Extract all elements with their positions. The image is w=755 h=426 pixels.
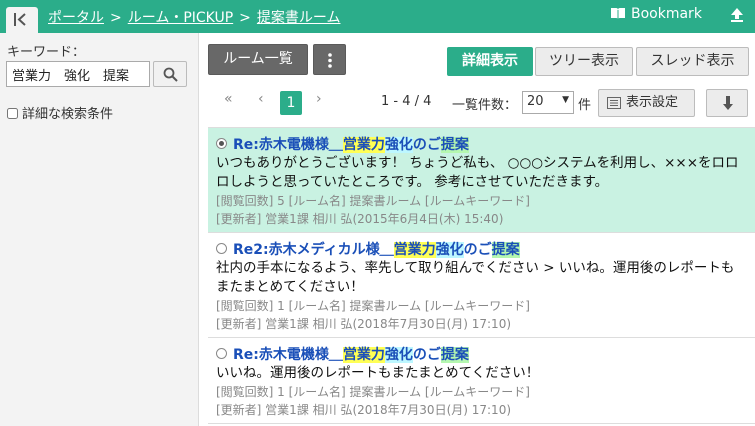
main-content: ルーム一覧 詳細表示 ツリー表示 スレッド表示 « ‹ 1 › 1 - 4 / …	[200, 33, 755, 426]
sidebar: キーワード： 詳細な検索条件	[0, 33, 199, 426]
prev-page-button[interactable]: ‹	[258, 91, 264, 107]
first-page-button[interactable]: «	[224, 91, 233, 107]
post-title-link[interactable]: Re:赤木電機様＿営業力強化のご提案	[233, 344, 469, 364]
tab-thread-view[interactable]: スレッド表示	[636, 47, 749, 76]
post-radio[interactable]	[216, 138, 227, 149]
top-header: ポータル > ルーム・PICKUP > 提案書ルーム Bookmark	[0, 0, 755, 33]
post-radio[interactable]	[216, 243, 227, 254]
bookmark-button[interactable]: Bookmark	[610, 6, 702, 22]
post-title-link[interactable]: Re2:赤木メディカル様＿営業力強化のご提案	[233, 239, 520, 259]
search-icon	[163, 67, 178, 82]
post-title-row: Re2:赤木メディカル様＿営業力強化のご提案	[216, 238, 747, 258]
post-item[interactable]: Re:赤木電機様＿営業力強化のご提案 いいね。運用後のレポートもまたまとめてくだ…	[208, 338, 755, 424]
post-meta-stats: [閲覧回数] 5 [ルーム名] 提案書ルーム [ルームキーワード]	[216, 194, 530, 208]
display-settings-label: 表示設定	[626, 95, 679, 110]
page-size-select[interactable]: 20 ▼	[522, 91, 574, 114]
keyword-highlight: 強化	[435, 242, 464, 258]
list-settings-icon	[607, 97, 621, 109]
keyword-label: キーワード：	[7, 45, 86, 60]
breadcrumb-proposal-room[interactable]: 提案書ルーム	[257, 10, 341, 26]
page-size-label: 一覧件数：	[452, 98, 518, 113]
post-meta-updater: [更新者] 営業1課 相川 弘(2018年7月30日(月) 17:10)	[216, 317, 512, 331]
arrow-down-icon	[723, 96, 733, 110]
current-page-button[interactable]: 1	[280, 91, 302, 115]
keyword-highlight: 提案	[440, 137, 469, 153]
breadcrumb-separator: >	[110, 10, 122, 26]
post-title-mid: のご	[463, 242, 492, 258]
post-meta-stats: [閲覧回数] 1 [ルーム名] 提案書ルーム [ルームキーワード]	[216, 299, 530, 313]
keyword-highlight: 提案	[440, 347, 469, 363]
more-menu-button[interactable]	[313, 44, 346, 75]
scroll-top-button[interactable]	[730, 6, 744, 26]
post-title-link[interactable]: Re:赤木電機様＿営業力強化のご提案	[233, 134, 469, 154]
bookmark-label: Bookmark	[631, 6, 702, 22]
post-title-prefix: Re:赤木電機様＿	[233, 137, 343, 153]
advanced-search-label: 詳細な検索条件	[22, 107, 114, 122]
tab-detail-view[interactable]: 詳細表示	[447, 47, 533, 76]
collapse-left-icon	[14, 13, 26, 26]
breadcrumb-portal[interactable]: ポータル	[48, 10, 104, 26]
post-title-prefix: Re2:赤木メディカル様＿	[233, 242, 394, 258]
post-title-row: Re:赤木電機様＿営業力強化のご提案	[216, 343, 747, 363]
next-page-button[interactable]: ›	[316, 91, 322, 107]
result-range: 1 - 4 / 4	[381, 94, 432, 109]
sidebar-collapse-button[interactable]	[6, 7, 38, 33]
breadcrumb-room-pickup[interactable]: ルーム・PICKUP	[128, 10, 233, 26]
tab-tree-view[interactable]: ツリー表示	[535, 47, 633, 76]
keyword-search-input[interactable]	[6, 61, 150, 87]
search-button[interactable]	[153, 61, 187, 87]
caret-down-icon: ▼	[562, 95, 569, 105]
post-title-prefix: Re:赤木電機様＿	[233, 347, 343, 363]
page-size-value: 20	[527, 94, 544, 109]
post-meta-updater: [更新者] 営業1課 相川 弘(2018年7月30日(月) 17:10)	[216, 403, 512, 417]
post-title-mid: のご	[412, 137, 441, 153]
advanced-search-checkbox[interactable]	[7, 108, 18, 119]
keyword-highlight: 提案	[491, 242, 520, 258]
room-list-button[interactable]: ルーム一覧	[208, 44, 308, 75]
post-list: Re:赤木電機様＿営業力強化のご提案 いつもありがとうございます！ ちょうど私も…	[208, 127, 755, 426]
post-title-mid: のご	[412, 347, 441, 363]
breadcrumb: ポータル > ルーム・PICKUP > 提案書ルーム	[48, 7, 340, 27]
breadcrumb-separator: >	[239, 10, 251, 26]
post-title-row: Re:赤木電機様＿営業力強化のご提案	[216, 133, 747, 153]
download-button[interactable]	[706, 89, 748, 117]
post-meta-stats: [閲覧回数] 1 [ルーム名] 提案書ルーム [ルームキーワード]	[216, 385, 530, 399]
display-settings-button[interactable]: 表示設定	[598, 89, 695, 117]
keyword-highlight: 営業力	[342, 347, 385, 363]
page-size-unit: 件	[578, 98, 592, 113]
post-body: いつもありがとうございます！ ちょうど私も、 ○○○システムを利用し、×××をロ…	[216, 155, 739, 190]
arrow-up-icon	[731, 8, 743, 22]
book-icon	[611, 8, 625, 20]
keyword-highlight: 営業力	[393, 242, 436, 258]
vertical-dots-icon	[328, 53, 332, 68]
post-meta-updater: [更新者] 営業1課 相川 弘(2015年6月4日(木) 15:40)	[216, 212, 504, 226]
post-body: 社内の手本になるよう、率先して取り組んでください > いいね。運用後のレポートも…	[216, 260, 735, 295]
keyword-highlight: 強化	[384, 137, 413, 153]
post-item[interactable]: Re2:赤木メディカル様＿営業力強化のご提案 社内の手本になるよう、率先して取り…	[208, 233, 755, 338]
post-item[interactable]: Re:赤木電機様＿営業力強化のご提案 いつもありがとうございます！ ちょうど私も…	[208, 128, 755, 233]
post-radio[interactable]	[216, 348, 227, 359]
advanced-search-toggle[interactable]: 詳細な検索条件	[7, 103, 113, 122]
keyword-highlight: 強化	[384, 347, 413, 363]
post-body: いいね。運用後のレポートもまたまとめてください！	[216, 365, 540, 381]
keyword-highlight: 営業力	[342, 137, 385, 153]
